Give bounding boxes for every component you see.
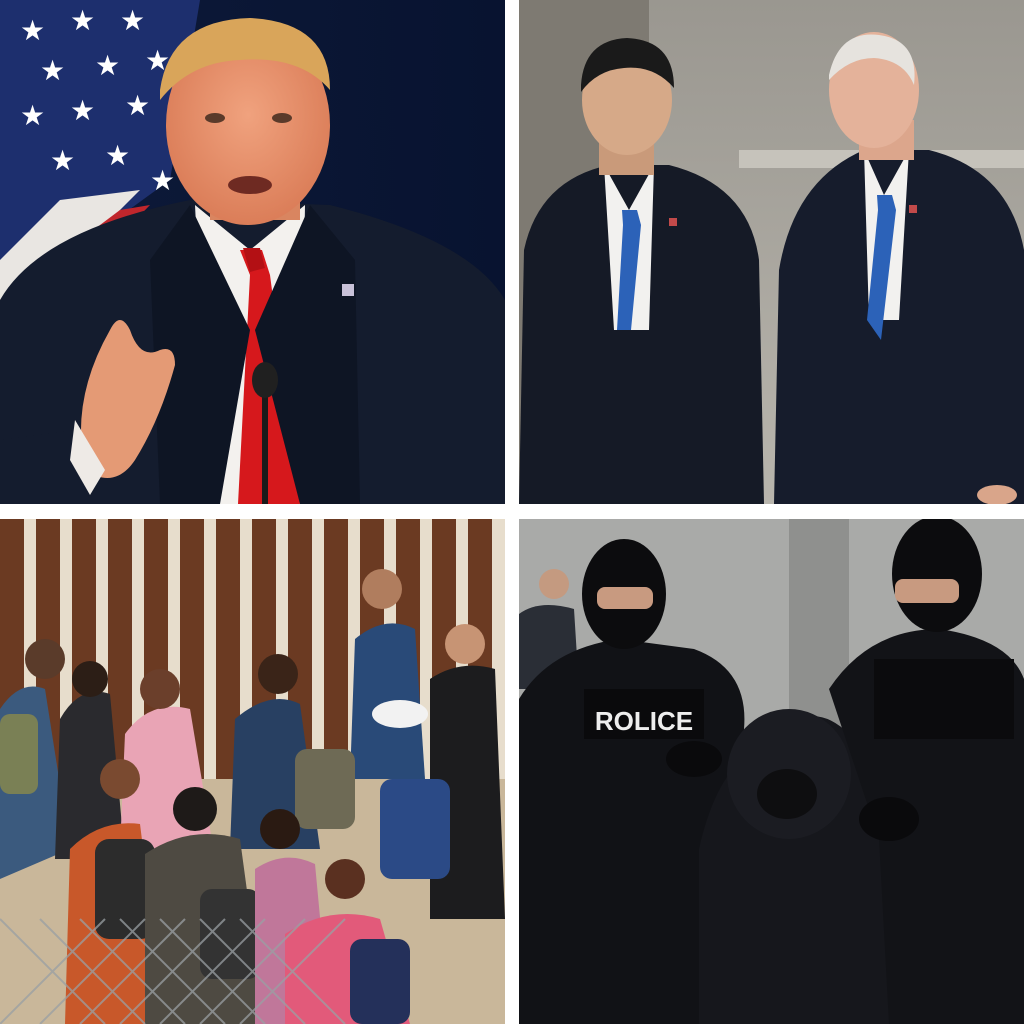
backpack: [0, 714, 38, 794]
white-cap: [372, 700, 428, 728]
svg-text:★: ★: [120, 5, 145, 36]
gloved-hand: [859, 797, 919, 841]
lapel-pin: [342, 284, 354, 296]
panel-police-arrest: ROLICE: [519, 519, 1024, 1024]
backpack: [295, 749, 355, 829]
panel-border-fence-crowd: [0, 519, 505, 1024]
svg-text:★: ★: [95, 50, 120, 81]
photo-collage: ★ ★ ★ ★ ★ ★ ★ ★ ★ ★ ★ ★ ROLICE: [0, 0, 1024, 1024]
svg-text:★: ★: [150, 165, 175, 196]
svg-text:★: ★: [50, 145, 75, 176]
svg-text:★: ★: [70, 5, 95, 36]
svg-text:★: ★: [70, 95, 95, 126]
balaclava: [892, 519, 982, 632]
panel-two-officials: [519, 0, 1024, 504]
backpack: [350, 939, 410, 1024]
svg-text:★: ★: [125, 90, 150, 121]
panel-speaker-at-podium: ★ ★ ★ ★ ★ ★ ★ ★ ★ ★ ★ ★: [0, 0, 505, 504]
gloved-hand: [666, 741, 722, 777]
svg-text:★: ★: [105, 140, 130, 171]
vest-label: ROLICE: [595, 706, 693, 736]
svg-text:★: ★: [40, 55, 65, 86]
backpack: [380, 779, 450, 879]
svg-text:★: ★: [20, 15, 45, 46]
svg-text:★: ★: [20, 100, 45, 131]
